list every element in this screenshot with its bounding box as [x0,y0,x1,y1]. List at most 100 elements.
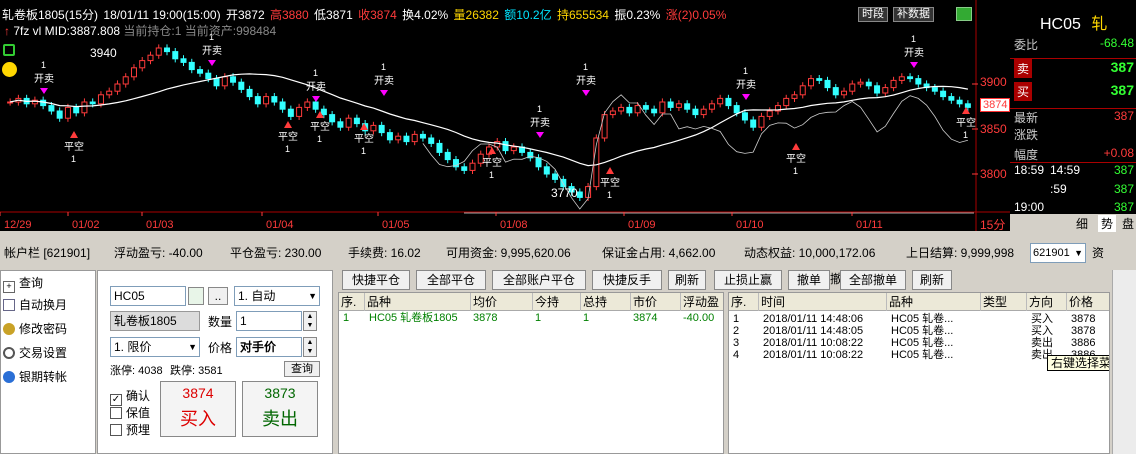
table-row[interactable]: 1 HC05 轧卷板1805 3878 1 1 3874 -40.00 [339,311,723,325]
x-axis-label: 12/29 [4,219,32,231]
candle-body [816,78,823,81]
col-price[interactable]: 价格 [1067,293,1109,311]
cell-product: HC05 轧卷... [891,325,954,337]
empty-check-icon [110,407,122,419]
buy-label: 买 [1014,82,1033,101]
time-period-button[interactable]: 时段 [858,7,888,22]
sell-signal-label: 开卖 [736,79,756,91]
quick-close-button[interactable]: 快捷平仓 [342,270,410,290]
col-avg-price[interactable]: 均价 [471,293,533,311]
signal-count-label: 1 [911,34,916,44]
signal-count-label: 1 [381,62,386,72]
menu-item-label: 查询 [19,276,44,290]
candle-body [469,162,476,171]
tab-detail[interactable]: 细 [1076,215,1088,232]
lock-icon[interactable] [3,44,15,56]
kline-chart-area[interactable]: 12/29 01/02 01/03 01/04 01/05 01/08 01/09 01/10… [0,0,1011,232]
candle-body [428,137,435,144]
orders-table[interactable]: 序. 时间 品种 类型 方向 价格 1 2018/01/11 14:48:06 HC… [728,292,1110,454]
amp-value: +0.08 [1103,146,1134,160]
candle-body [329,114,336,123]
col-direction[interactable]: 方向 [1027,293,1067,311]
signal-count-label: 1 [71,154,76,164]
menu-item-auto-roll[interactable]: 自动换月 [3,295,67,315]
table-row[interactable]: 2 2018/01/11 14:48:05 HC05 轧卷... 买入 3878 [729,325,1109,337]
open-close-mode-select[interactable]: 1. 自动 ▼ [234,286,320,306]
sell-row[interactable]: 卖 387 [1010,58,1136,78]
context-menu-tooltip: 右键选择菜 [1047,355,1109,371]
vertical-scrollbar[interactable] [1112,270,1136,454]
open-value: 开3872 [225,8,265,22]
refresh-orders-button[interactable]: 刷新 [912,270,952,290]
buy-signal-label: 平空 [354,132,374,145]
col-time[interactable]: 时间 [759,293,887,311]
price-low-label: 3770 [551,186,578,200]
close-all-button[interactable]: 全部平仓 [416,270,486,290]
price-input[interactable]: 对手价 [236,337,302,357]
menu-item-trade-settings[interactable]: 交易设置 [3,343,67,363]
positions-table[interactable]: 序. 品种 均价 今持 总持 市价 浮动盈 1 HC05 轧卷板1805 387… [338,292,724,454]
col-product[interactable]: 品种 [365,293,471,311]
col-market-price[interactable]: 市价 [631,293,681,311]
candle-body [832,87,839,96]
sell-button[interactable]: 3873 卖出 [242,381,318,437]
table-row[interactable]: 3 2018/01/11 10:08:22 HC05 轧卷... 卖出 3886 [729,337,1109,349]
quick-reverse-button[interactable]: 快捷反手 [592,270,662,290]
hedge-checkbox[interactable]: 保值 [110,404,150,421]
tab-book[interactable]: 盘 [1122,215,1134,232]
chart-settings-icon[interactable] [956,7,972,21]
col-today-hold[interactable]: 今持 [533,293,581,311]
chart-title: 轧卷板1805(15分) [2,8,99,22]
price-type-select[interactable]: 1. 限价 ▼ [110,337,200,357]
chevron-down-icon: ▼ [188,342,197,352]
candle-body [626,106,633,114]
contract-code-input[interactable]: HC05 [110,286,186,306]
candle-body [576,191,583,198]
candle-body [122,76,129,85]
cancel-order-button[interactable]: 撤单 [788,270,830,290]
candle-body [48,105,55,112]
cell-index: 2 [733,325,740,337]
quantity-input[interactable]: 1 [236,311,302,331]
menu-item-query[interactable]: + 查询 [3,273,43,293]
cancel-all-button[interactable]: 全部撤单 [840,270,906,290]
col-index[interactable]: 序. [339,293,365,311]
refresh-positions-button[interactable]: 刷新 [668,270,706,290]
col-float-pl[interactable]: 浮动盈 [681,293,723,311]
col-total-hold[interactable]: 总持 [581,293,631,311]
candle-body [378,124,385,134]
preorder-checkbox[interactable]: 预埋 [110,421,150,438]
price-stepper[interactable]: ▲ ▼ [303,337,317,357]
candle-body [700,108,707,116]
sell-button-price: 3873 [264,385,296,401]
candle-body [642,105,649,110]
ratio-row: 委比 -68.48 [1010,36,1136,54]
candle-body [287,108,294,117]
col-type[interactable]: 类型 [981,293,1027,311]
account-select[interactable]: 621901 ▼ [1030,243,1086,263]
stop-loss-button[interactable]: 止损止赢 [714,270,782,290]
buy-signal-label: 平空 [600,176,620,189]
close-pl: 平仓盈亏: 230.00 [230,246,322,260]
indicator-line: ↑ 7fz vl MID:3887.808 当前持仓:1 当前资产:998484 [4,22,276,39]
ratio-value: -68.48 [1099,36,1134,50]
col-product[interactable]: 品种 [887,293,981,311]
tab-trend[interactable]: 势 [1098,215,1117,232]
buy-row[interactable]: 买 387 [1010,82,1136,101]
candle-body [353,117,360,125]
table-row[interactable]: 1 2018/01/11 14:48:06 HC05 轧卷... 买入 3878 [729,313,1109,325]
tick-row-1: 18:59 14:59 387 [1010,162,1136,180]
smiley-icon[interactable] [2,62,17,77]
query-button[interactable]: 查询 [284,361,320,377]
buy-button[interactable]: 3874 买入 [160,381,236,437]
qty-stepper[interactable]: ▲ ▼ [303,311,317,331]
lock-contract-icon[interactable] [188,287,204,305]
menu-item-bank-transfer[interactable]: 银期转帐 [3,367,67,387]
close-all-accounts-button[interactable]: 全部账户平仓 [492,270,586,290]
contract-browse-button[interactable]: .. [208,287,228,305]
col-index[interactable]: 序. [729,293,759,311]
candle-body [370,124,377,132]
supplement-data-button[interactable]: 补数据 [893,7,934,22]
candle-body [403,135,410,143]
menu-item-change-password[interactable]: 修改密码 [3,319,67,339]
